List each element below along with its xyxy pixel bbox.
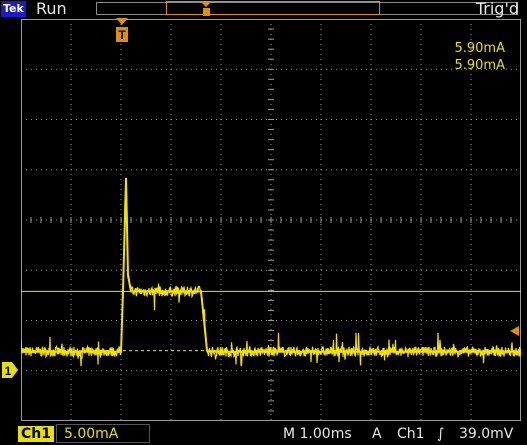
trigger-slope-icon: ∫: [437, 426, 445, 442]
trigger-state: Trig'd: [475, 0, 519, 18]
channel-1-tag[interactable]: Ch1: [18, 426, 54, 442]
trigger-source[interactable]: Ch1: [397, 426, 425, 442]
timebase[interactable]: M 1.00ms: [283, 426, 352, 442]
cursor-readouts: 5.90mA 5.90mA: [454, 40, 505, 74]
vertical-scale[interactable]: 5.00mA: [64, 426, 118, 442]
readout-2: 5.90mA: [454, 58, 505, 73]
channel-1-ground-marker[interactable]: 1: [2, 362, 18, 378]
trigger-mode: A: [372, 426, 382, 442]
settings-bar: Ch1 5.00mA M 1.00ms A Ch1 ∫ 39.0mV: [0, 423, 527, 445]
readout-1: 5.90mA: [454, 41, 505, 56]
waveform-trace: [21, 178, 521, 367]
trigger-position-icon: [200, 1, 212, 16]
run-state: Run: [36, 0, 67, 18]
brand-logo: Tek: [1, 1, 26, 17]
status-bar: Tek Run Trig'd: [0, 0, 527, 19]
waveform-display[interactable]: [21, 19, 521, 421]
trigger-level[interactable]: 39.0mV: [459, 426, 513, 442]
trigger-level-icon[interactable]: [510, 325, 520, 337]
channel-marker-label: 1: [5, 364, 12, 378]
